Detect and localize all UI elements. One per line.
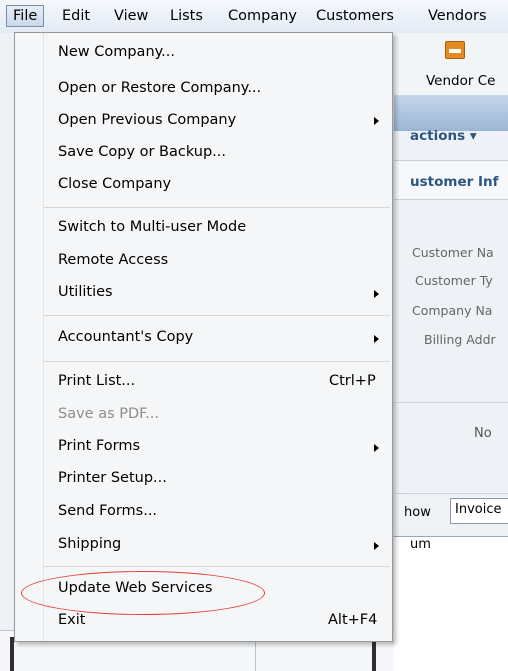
menu-item-utilities[interactable]: Utilities (58, 284, 113, 300)
menu-gutter (43, 33, 44, 641)
menu-item-accountants-copy[interactable]: Accountant's Copy (58, 329, 193, 345)
notes-label: No (474, 426, 492, 441)
menu-item-print-list[interactable]: Print List... (58, 373, 135, 389)
submenu-arrow-icon (374, 117, 379, 125)
transactions-grid (394, 536, 508, 671)
splitter-left[interactable] (10, 637, 14, 671)
menu-file[interactable]: File (6, 5, 45, 27)
billing-address-label: Billing Addr (424, 332, 496, 347)
menu-item-printer-setup[interactable]: Printer Setup... (58, 470, 167, 486)
menu-bar: File Edit View Lists Company Customers V… (0, 0, 508, 34)
num-column-header[interactable]: um (410, 537, 431, 552)
menu-item-open-previous[interactable]: Open Previous Company (58, 112, 236, 128)
highlight-circle (21, 571, 265, 615)
menu-item-close-company[interactable]: Close Company (58, 176, 171, 192)
menu-item-shipping[interactable]: Shipping (58, 536, 121, 552)
exit-shortcut: Alt+F4 (328, 612, 378, 628)
menu-item-save-pdf: Save as PDF... (58, 406, 159, 422)
menu-view[interactable]: View (114, 8, 148, 24)
menu-company[interactable]: Company (228, 8, 297, 24)
menu-item-open-restore[interactable]: Open or Restore Company... (58, 80, 261, 96)
title-band (394, 95, 508, 131)
menu-item-new-company[interactable]: New Company... (58, 44, 175, 60)
menu-item-print-forms[interactable]: Print Forms (58, 438, 140, 454)
submenu-arrow-icon (374, 335, 379, 343)
customer-name-label: Customer Na (412, 245, 494, 260)
menu-item-multi-user[interactable]: Switch to Multi-user Mode (58, 219, 246, 235)
customer-type-label: Customer Ty (415, 273, 493, 288)
transactions-menu[interactable]: actions ▾ (410, 128, 477, 144)
menu-customers[interactable]: Customers (316, 8, 394, 24)
menu-vendors[interactable]: Vendors (428, 8, 487, 24)
customer-info-header: ustomer Inf (410, 174, 499, 190)
menu-item-send-forms[interactable]: Send Forms... (58, 503, 157, 519)
menu-lists[interactable]: Lists (170, 8, 203, 24)
menu-separator (44, 315, 390, 316)
menu-edit[interactable]: Edit (62, 8, 90, 24)
company-name-label: Company Na (412, 303, 493, 318)
menu-item-exit[interactable]: Exit (58, 612, 85, 628)
vendor-center-button[interactable]: Vendor Ce (394, 33, 508, 95)
splitter-right[interactable] (372, 637, 376, 671)
menu-separator (44, 566, 390, 567)
submenu-arrow-icon (374, 444, 379, 452)
menu-separator (44, 207, 390, 208)
vendor-icon (445, 41, 465, 59)
show-label: how (404, 505, 431, 520)
show-select-value: Invoice (455, 502, 502, 517)
print-list-shortcut: Ctrl+P (329, 373, 376, 389)
submenu-arrow-icon (374, 290, 379, 298)
divider (394, 402, 508, 403)
menu-item-save-copy[interactable]: Save Copy or Backup... (58, 144, 226, 160)
submenu-arrow-icon (374, 542, 379, 550)
menu-separator (44, 361, 390, 362)
menu-item-remote-access[interactable]: Remote Access (58, 252, 168, 268)
vendor-center-label: Vendor Ce (426, 73, 496, 89)
